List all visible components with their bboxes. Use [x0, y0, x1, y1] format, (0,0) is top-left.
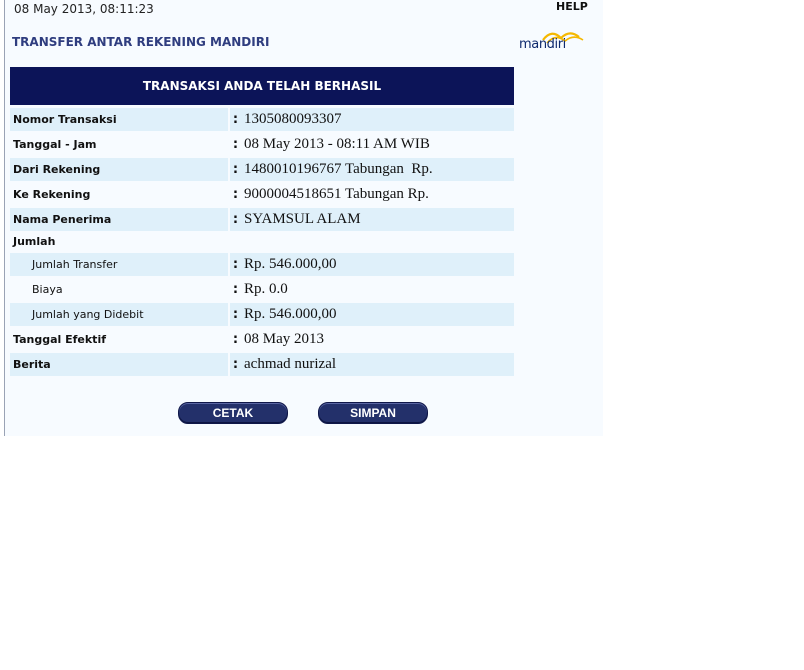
detail-value: Rp. 0.0 — [244, 281, 288, 297]
separator: : — [232, 212, 239, 227]
separator: : — [232, 187, 239, 202]
detail-label: Nama Penerima — [10, 208, 228, 231]
detail-row-tanggal-jam: Tanggal - Jam :08 May 2013 - 08:11 AM WI… — [10, 132, 514, 157]
detail-value: 08 May 2013 — [244, 331, 324, 347]
detail-label: Ke Rekening — [13, 188, 91, 201]
result-banner: TRANSAKSI ANDA TELAH BERHASIL — [10, 67, 514, 105]
detail-value: 08 May 2013 - 08:11 AM WIB — [244, 136, 430, 152]
print-button[interactable]: CETAK — [178, 402, 288, 424]
detail-row-dari-rekening: Dari Rekening :1480010196767 Tabungan Rp… — [10, 157, 514, 182]
page-title: TRANSFER ANTAR REKENING MANDIRI — [12, 35, 270, 49]
detail-label: Jumlah — [13, 235, 56, 248]
content-panel: 08 May 2013, 08:11:23 HELP TRANSFER ANTA… — [4, 0, 603, 436]
detail-label: Jumlah Transfer — [10, 253, 228, 276]
detail-row-jumlah: Jumlah — [10, 232, 514, 252]
detail-value: SYAMSUL ALAM — [244, 211, 361, 227]
separator: : — [232, 112, 239, 127]
separator: : — [232, 257, 239, 272]
detail-label: Tanggal Efektif — [13, 333, 107, 346]
detail-row-biaya: Biaya : Rp. 0.0 — [10, 277, 514, 302]
detail-label: Jumlah yang Didebit — [10, 303, 228, 326]
result-title: TRANSAKSI ANDA TELAH BERHASIL — [142, 79, 382, 93]
detail-label: Tanggal - Jam — [13, 138, 97, 151]
detail-label: Berita — [10, 353, 228, 376]
detail-value: Rp. 546.000,00 — [244, 306, 337, 322]
transaction-details: Nomor Transaksi :1305080093307 Tanggal -… — [10, 107, 514, 377]
detail-row-berita: Berita : achmad nurizal — [10, 352, 514, 377]
detail-value: 1305080093307 — [244, 111, 342, 127]
detail-label: Biaya — [32, 283, 63, 296]
detail-row-jumlah-transfer: Jumlah Transfer : Rp. 546.000,00 — [10, 252, 514, 277]
detail-row-ke-rekening: Ke Rekening :9000004518651 Tabungan Rp. — [10, 182, 514, 207]
detail-value: achmad nurizal — [244, 356, 337, 372]
detail-label: Nomor Transaksi — [10, 108, 228, 131]
detail-label: Dari Rekening — [10, 158, 228, 181]
separator: : — [232, 282, 239, 297]
separator: : — [232, 137, 239, 152]
detail-row-jumlah-didebit: Jumlah yang Didebit : Rp. 546.000,00 — [10, 302, 514, 327]
detail-row-tanggal-efektif: Tanggal Efektif :08 May 2013 — [10, 327, 514, 352]
detail-row-nomor-transaksi: Nomor Transaksi :1305080093307 — [10, 107, 514, 132]
mandiri-logo: mandiri — [517, 30, 587, 52]
detail-value: 9000004518651 Tabungan Rp. — [244, 186, 429, 202]
detail-value: 1480010196767 Tabungan Rp. — [244, 161, 433, 177]
detail-value: Rp. 546.000,00 — [244, 256, 337, 272]
datetime-display: 08 May 2013, 08:11:23 — [14, 2, 154, 16]
separator: : — [232, 332, 239, 347]
separator: : — [232, 307, 239, 322]
detail-row-nama-penerima: Nama Penerima : SYAMSUL ALAM — [10, 207, 514, 232]
separator: : — [232, 162, 239, 177]
help-link[interactable]: HELP — [556, 0, 588, 13]
separator: : — [232, 357, 239, 372]
logo-wordmark: mandiri — [519, 37, 566, 52]
save-button[interactable]: SIMPAN — [318, 402, 428, 424]
